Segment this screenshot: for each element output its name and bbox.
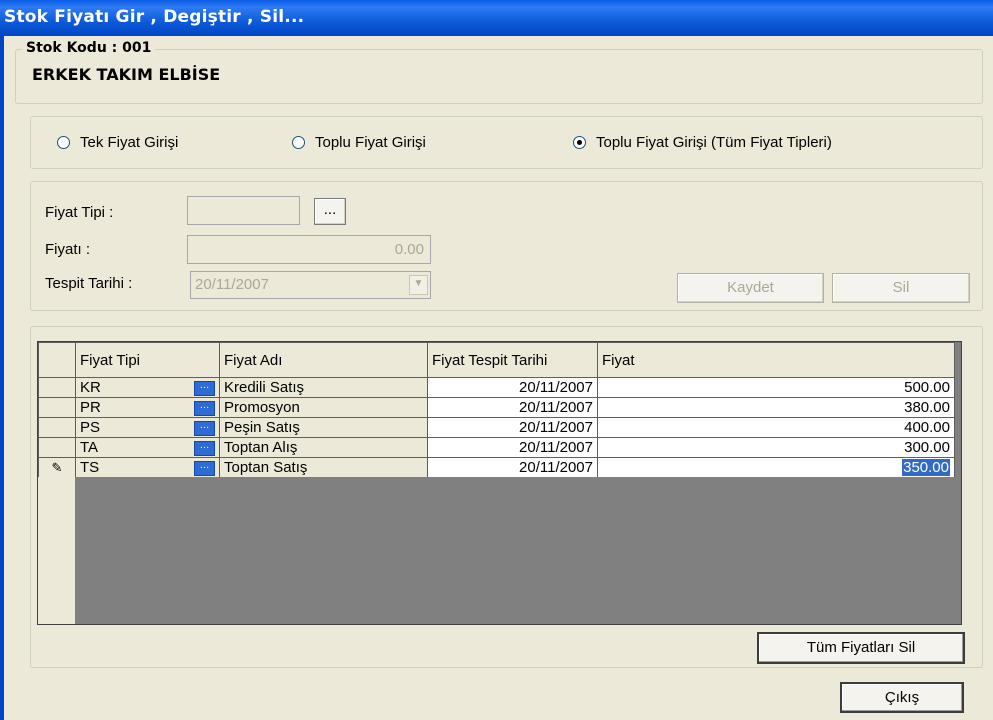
row-browse-button[interactable]: … [194,401,215,416]
col-header-price-type[interactable]: Fiyat Tipi [75,342,220,378]
row-indicator-editing[interactable]: ✎ [38,457,76,478]
date-label: Tespit Tarihi : [45,275,133,292]
radio-circle[interactable] [292,136,305,149]
window-title: Stok Fiyatı Gir , Degiştir , Sil... [4,7,305,27]
row-browse-button[interactable]: … [194,381,215,396]
radio-circle[interactable] [57,136,70,149]
cell-price[interactable]: 400.00 [597,417,955,438]
radio-bulk-entry[interactable]: Toplu Fiyat Girişi [292,134,426,151]
row-browse-button[interactable]: … [194,461,215,476]
table-row[interactable]: PS… Peşin Satış 20/11/2007 400.00 [38,417,955,438]
table-header-row: Fiyat Tipi Fiyat Adı Fiyat Tespit Tarihi… [38,342,955,378]
cell-price[interactable]: 300.00 [597,437,955,458]
cell-price-name[interactable]: Promosyon [219,397,428,418]
row-browse-button[interactable]: … [194,421,215,436]
header-indicator [38,342,76,378]
cell-price-type[interactable]: PR… [75,397,220,418]
cell-price[interactable]: 500.00 [597,377,955,398]
pencil-icon: ✎ [51,460,63,475]
cell-date[interactable]: 20/11/2007 [427,397,598,418]
radio-bulk-entry-label: Toplu Fiyat Girişi [315,134,426,151]
cell-price-type[interactable]: TA… [75,437,220,458]
row-indicator[interactable] [38,417,76,438]
price-grid[interactable]: Fiyat Tipi Fiyat Adı Fiyat Tespit Tarihi… [37,341,962,625]
cell-date[interactable]: 20/11/2007 [427,457,598,478]
radio-bulk-all-types[interactable]: Toplu Fiyat Girişi (Tüm Fiyat Tipleri) [573,134,832,151]
selected-price-text[interactable]: 350.00 [902,459,950,476]
chevron-down-icon[interactable]: ▼ [409,275,428,295]
cell-price[interactable]: 380.00 [597,397,955,418]
cell-date[interactable]: 20/11/2007 [427,377,598,398]
table-row[interactable]: PR… Promosyon 20/11/2007 380.00 [38,397,955,418]
col-header-date[interactable]: Fiyat Tespit Tarihi [427,342,598,378]
save-button[interactable]: Kaydet [677,273,824,303]
cell-price-name[interactable]: Kredili Satış [219,377,428,398]
price-input[interactable]: 0.00 [187,235,431,264]
price-label: Fiyatı : [45,241,91,258]
price-type-browse-button[interactable]: ... [314,198,346,225]
row-indicator[interactable] [38,437,76,458]
cell-price-type[interactable]: KR… [75,377,220,398]
row-indicator[interactable] [38,397,76,418]
entry-mode-group: Tek Fiyat Girişi Toplu Fiyat Girişi Topl… [30,116,983,169]
radio-single-entry[interactable]: Tek Fiyat Girişi [57,134,178,151]
cell-date[interactable]: 20/11/2007 [427,437,598,458]
radio-bulk-all-types-label: Toplu Fiyat Girişi (Tüm Fiyat Tipleri) [596,134,832,151]
col-header-price[interactable]: Fiyat [597,342,955,378]
table-row-active[interactable]: ✎ TS… Toptan Satış 20/11/2007 350.00 [38,457,955,478]
price-type-label: Fiyat Tipi : [45,204,114,221]
stock-group: Stok Kodu : 001 ERKEK TAKIM ELBİSE [15,40,983,104]
col-header-price-name[interactable]: Fiyat Adı [219,342,428,378]
price-type-input[interactable] [187,196,300,225]
stock-code-legend: Stok Kodu : 001 [22,40,156,56]
cell-price-editing[interactable]: 350.00 [597,457,955,478]
delete-all-prices-button[interactable]: Tüm Fiyatları Sil [757,632,965,664]
cell-price-name[interactable]: Toptan Satış [219,457,428,478]
cell-date[interactable]: 20/11/2007 [427,417,598,438]
row-browse-button[interactable]: … [194,441,215,456]
cell-price-name[interactable]: Peşin Satış [219,417,428,438]
grid-empty-area [38,477,75,624]
cell-price-type[interactable]: TS… [75,457,220,478]
cell-price-type[interactable]: PS… [75,417,220,438]
price-table: Fiyat Tipi Fiyat Adı Fiyat Tespit Tarihi… [38,342,955,478]
stock-name: ERKEK TAKIM ELBİSE [32,65,221,84]
table-row[interactable]: TA… Toptan Alış 20/11/2007 300.00 [38,437,955,458]
grid-empty-area-right [75,477,961,624]
delete-button[interactable]: Sil [832,273,970,303]
radio-single-entry-label: Tek Fiyat Girişi [80,134,179,151]
title-bar[interactable]: Stok Fiyatı Gir , Degiştir , Sil... [0,0,993,36]
exit-button[interactable]: Çıkış [840,682,964,713]
cell-price-name[interactable]: Toptan Alış [219,437,428,458]
date-picker[interactable]: 20/11/2007 ▼ [190,271,431,299]
row-indicator[interactable] [38,377,76,398]
radio-circle-selected[interactable] [573,136,586,149]
table-row[interactable]: KR… Kredili Satış 20/11/2007 500.00 [38,377,955,398]
